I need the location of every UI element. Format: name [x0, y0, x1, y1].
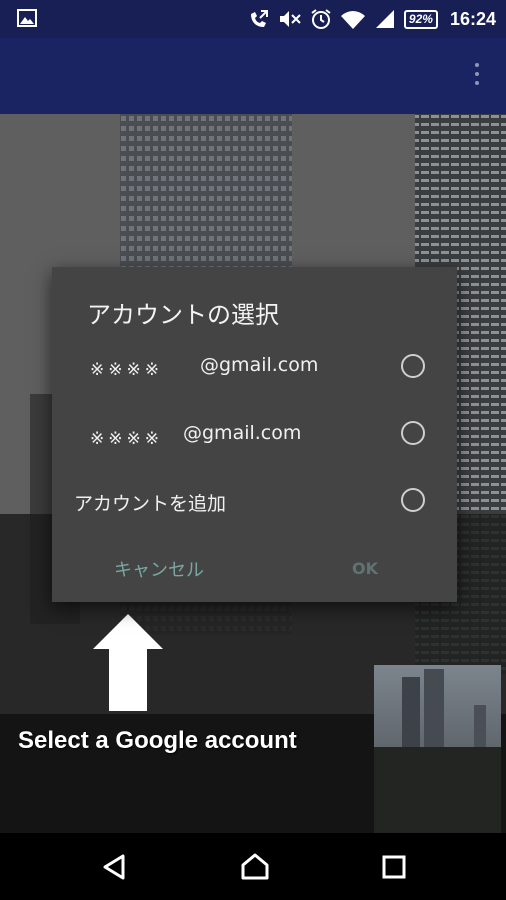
inset-photo-thumbnail	[374, 665, 501, 833]
image-notification-icon	[17, 9, 37, 27]
account-option-2[interactable]: ※※※※ @gmail.com	[52, 409, 457, 459]
alarm-icon	[311, 9, 331, 29]
add-account-radio[interactable]	[401, 488, 425, 512]
home-icon[interactable]	[240, 852, 270, 880]
overflow-menu-icon[interactable]	[472, 63, 482, 91]
account-1-radio[interactable]	[401, 354, 425, 378]
instruction-caption: Select a Google account	[18, 727, 297, 754]
ok-button[interactable]: OK	[352, 559, 378, 578]
recents-icon[interactable]	[382, 855, 406, 879]
account-2-radio[interactable]	[401, 421, 425, 445]
navigation-bar	[0, 833, 506, 900]
account-2-domain: @gmail.com	[183, 422, 302, 444]
app-toolbar	[0, 38, 506, 114]
cancel-button[interactable]: キャンセル	[114, 556, 204, 582]
account-1-domain: @gmail.com	[200, 354, 319, 376]
account-2-masked-name: ※※※※	[90, 429, 163, 449]
wifi-icon	[340, 11, 365, 29]
account-option-1[interactable]: ※※※※ @gmail.com	[52, 342, 457, 392]
account-chooser-dialog: アカウントの選択 ※※※※ @gmail.com ※※※※ @gmail.com…	[52, 267, 457, 602]
status-bar: 92% 16:24	[0, 0, 506, 38]
account-1-masked-name: ※※※※	[90, 360, 163, 380]
battery-indicator: 92%	[403, 9, 438, 29]
mute-icon	[279, 11, 301, 27]
tower-thumbnail-illustration	[374, 669, 501, 833]
add-account-label: アカウントを追加	[74, 493, 227, 515]
back-icon[interactable]	[102, 854, 128, 880]
status-time: 16:24	[449, 8, 496, 29]
add-account-option[interactable]: アカウントを追加	[52, 476, 457, 526]
call-forward-icon	[250, 10, 268, 27]
signal-icon	[375, 10, 394, 28]
dialog-title: アカウントの選択	[87, 301, 279, 329]
